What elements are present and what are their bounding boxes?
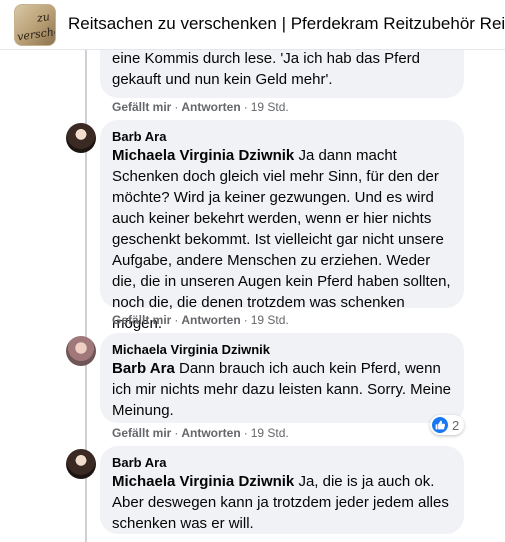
thread-line [85, 470, 87, 542]
reaction-count: 2 [452, 417, 460, 433]
comment-author[interactable]: Barb Ara [112, 454, 452, 471]
group-title[interactable]: Reitsachen zu verschenken | Pferdekram R… [68, 14, 505, 34]
comment-bubble: Michaela Virginia Dziwnik Barb Ara Dann … [100, 333, 464, 423]
timestamp[interactable]: 19 Std. [251, 426, 289, 440]
mention-link[interactable]: Michaela Virginia Dziwnik [112, 473, 294, 490]
like-link[interactable]: Gefällt mir [112, 100, 171, 114]
comment-text-line: eine Kommis durch lese. 'Ja ich hab das … [112, 50, 421, 67]
reply-link[interactable]: Antworten [181, 426, 240, 440]
comment-text-line: gekauft und nun kein Geld mehr'. [112, 71, 333, 88]
like-link[interactable]: Gefällt mir [112, 313, 171, 327]
thumb-text-top: zu [36, 10, 51, 25]
thumbs-up-icon [432, 417, 448, 433]
comment-actions: Gefällt mir · Antworten · 19 Std. [112, 426, 289, 440]
comment-bubble: Barb Ara Michaela Virginia Dziwnik Ja, d… [100, 446, 464, 534]
group-cover-thumbnail[interactable]: zu verschen [14, 4, 56, 46]
timestamp[interactable]: 19 Std. [251, 313, 289, 327]
comment-author[interactable]: Michaela Virginia Dziwnik [112, 341, 452, 358]
comment-text: Ja dann macht Schenken doch gleich viel … [112, 147, 451, 332]
mention-link[interactable]: Barb Ara [112, 360, 175, 377]
comment-bubble: Barb Ara Michaela Virginia Dziwnik Ja da… [100, 120, 464, 332]
avatar[interactable] [66, 449, 96, 479]
timestamp[interactable]: 19 Std. [251, 100, 289, 114]
avatar[interactable] [66, 336, 96, 366]
like-link[interactable]: Gefällt mir [112, 426, 171, 440]
group-header: zu verschen Reitsachen zu verschenken | … [0, 0, 505, 50]
reply-link[interactable]: Antworten [181, 313, 240, 327]
comment-actions: Gefällt mir · Antworten · 19 Std. [112, 100, 289, 114]
comment-author[interactable]: Barb Ara [112, 128, 452, 145]
thread-line [85, 50, 87, 470]
mention-link[interactable]: Michaela Virginia Dziwnik [112, 147, 294, 164]
reaction-summary[interactable]: 2 [430, 415, 465, 435]
reply-link[interactable]: Antworten [181, 100, 240, 114]
avatar[interactable] [66, 123, 96, 153]
thumb-text-bottom: verschen [16, 23, 56, 44]
comment-actions: Gefällt mir · Antworten · 19 Std. [112, 313, 289, 327]
